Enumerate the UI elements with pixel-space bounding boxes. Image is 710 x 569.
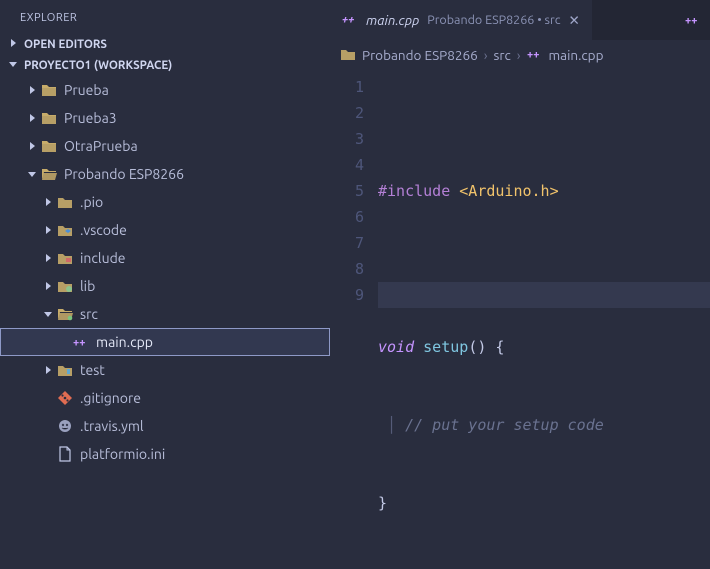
breadcrumb-item[interactable]: Probando ESP8266 bbox=[362, 47, 478, 63]
svg-text:++: ++ bbox=[73, 337, 85, 349]
code-content[interactable]: #include <Arduino.h> void setup() { │ //… bbox=[378, 70, 710, 569]
explorer-title: EXPLORER bbox=[0, 6, 330, 34]
tree-label: Probando ESP8266 bbox=[64, 166, 184, 182]
tree-label: lib bbox=[80, 278, 95, 294]
tree-label: test bbox=[80, 362, 105, 378]
tree-label: main.cpp bbox=[96, 334, 153, 350]
line-number: 5 bbox=[330, 178, 364, 204]
code-editor[interactable]: 1 2 3 4 5 6 7 8 9 #include <Arduino.h> v… bbox=[330, 70, 710, 569]
cpp-file-icon: ++ bbox=[342, 12, 358, 29]
chevron-right-icon bbox=[40, 225, 56, 235]
tree-folder-otraprueba[interactable]: OtraPrueba bbox=[0, 132, 330, 160]
tab-main-cpp[interactable]: ++ main.cpp Probando ESP8266 • src ✕ bbox=[330, 0, 592, 40]
folder-icon bbox=[40, 137, 58, 155]
tree-label: include bbox=[80, 250, 126, 266]
open-editors-header[interactable]: OPEN EDITORS bbox=[0, 34, 330, 55]
editor-pane: ++ main.cpp Probando ESP8266 • src ✕ ++ … bbox=[330, 0, 710, 569]
chevron-down-icon bbox=[24, 169, 40, 179]
tree-file-travis[interactable]: .travis.yml bbox=[0, 412, 330, 440]
line-number: 8 bbox=[330, 256, 364, 282]
chevron-down-icon bbox=[40, 309, 56, 319]
svg-text:++: ++ bbox=[685, 15, 697, 27]
tree-label: .gitignore bbox=[80, 390, 141, 406]
tree-label: platformio.ini bbox=[80, 446, 165, 462]
folder-include-icon bbox=[56, 249, 74, 267]
line-number: 2 bbox=[330, 100, 364, 126]
folder-icon bbox=[40, 109, 58, 127]
folder-test-icon bbox=[56, 361, 74, 379]
tree-label: .vscode bbox=[80, 222, 127, 238]
breadcrumb-item[interactable]: src bbox=[493, 47, 510, 63]
tree-folder-test[interactable]: test bbox=[0, 356, 330, 384]
explorer-sidebar: EXPLORER OPEN EDITORS PROYECTO1 (WORKSPA… bbox=[0, 0, 330, 569]
tree-label: OtraPrueba bbox=[64, 138, 138, 154]
svg-text:++: ++ bbox=[342, 14, 354, 26]
line-number: 9 bbox=[330, 282, 364, 308]
folder-icon bbox=[40, 81, 58, 99]
tree-label: .travis.yml bbox=[80, 418, 144, 434]
file-icon bbox=[56, 445, 74, 463]
travis-icon bbox=[56, 417, 74, 435]
chevron-right-icon bbox=[24, 85, 40, 95]
chevron-right-icon bbox=[40, 281, 56, 291]
workspace-label: PROYECTO1 (WORKSPACE) bbox=[24, 59, 172, 72]
tree-file-gitignore[interactable]: .gitignore bbox=[0, 384, 330, 412]
tab-bar: ++ main.cpp Probando ESP8266 • src ✕ ++ bbox=[330, 0, 710, 40]
open-editors-label: OPEN EDITORS bbox=[24, 38, 107, 51]
chevron-right-icon bbox=[8, 38, 18, 51]
line-gutter: 1 2 3 4 5 6 7 8 9 bbox=[330, 70, 378, 569]
close-icon[interactable]: ✕ bbox=[569, 12, 580, 29]
tree-folder-src[interactable]: src bbox=[0, 300, 330, 328]
chevron-right-icon bbox=[40, 365, 56, 375]
tree-folder-lib[interactable]: lib bbox=[0, 272, 330, 300]
folder-vscode-icon bbox=[56, 221, 74, 239]
tree-label: src bbox=[80, 306, 98, 322]
tree-file-main-cpp[interactable]: ++ main.cpp bbox=[0, 328, 330, 356]
line-number: 3 bbox=[330, 126, 364, 152]
file-tree: Prueba Prueba3 OtraPrueba Probando ESP82… bbox=[0, 76, 330, 468]
cpp-file-icon: ++ bbox=[527, 47, 543, 64]
tab-title: main.cpp bbox=[366, 12, 419, 28]
tree-file-platformio[interactable]: platformio.ini bbox=[0, 440, 330, 468]
chevron-right-icon bbox=[40, 253, 56, 263]
chevron-right-icon bbox=[24, 141, 40, 151]
svg-text:++: ++ bbox=[527, 49, 539, 61]
folder-open-icon bbox=[40, 165, 58, 183]
breadcrumb-item[interactable]: main.cpp bbox=[549, 47, 604, 63]
folder-icon bbox=[56, 193, 74, 211]
line-number: 1 bbox=[330, 74, 364, 100]
folder-icon bbox=[340, 47, 356, 64]
chevron-right-icon: › bbox=[517, 47, 521, 63]
chevron-right-icon bbox=[24, 113, 40, 123]
tree-folder-probando[interactable]: Probando ESP8266 bbox=[0, 160, 330, 188]
tab-subtitle: Probando ESP8266 • src bbox=[427, 13, 560, 27]
chevron-right-icon bbox=[40, 197, 56, 207]
tree-folder-vscode[interactable]: .vscode bbox=[0, 216, 330, 244]
tree-folder-pio[interactable]: .pio bbox=[0, 188, 330, 216]
git-icon bbox=[56, 389, 74, 407]
chevron-right-icon: › bbox=[484, 47, 488, 63]
line-number: 6 bbox=[330, 204, 364, 230]
tree-folder-include[interactable]: include bbox=[0, 244, 330, 272]
cpp-file-icon: ++ bbox=[72, 333, 90, 351]
folder-src-icon bbox=[56, 305, 74, 323]
tree-label: Prueba bbox=[64, 82, 109, 98]
chevron-down-icon bbox=[8, 59, 18, 72]
tree-label: .pio bbox=[80, 194, 103, 210]
folder-lib-icon bbox=[56, 277, 74, 295]
tree-label: Prueba3 bbox=[64, 110, 117, 126]
line-number: 7 bbox=[330, 230, 364, 256]
tree-folder-prueba3[interactable]: Prueba3 bbox=[0, 104, 330, 132]
tab-action-button[interactable]: ++ bbox=[676, 0, 710, 40]
tree-folder-prueba[interactable]: Prueba bbox=[0, 76, 330, 104]
line-number: 4 bbox=[330, 152, 364, 178]
breadcrumb[interactable]: Probando ESP8266 › src › ++ main.cpp bbox=[330, 40, 710, 70]
workspace-header[interactable]: PROYECTO1 (WORKSPACE) bbox=[0, 55, 330, 76]
